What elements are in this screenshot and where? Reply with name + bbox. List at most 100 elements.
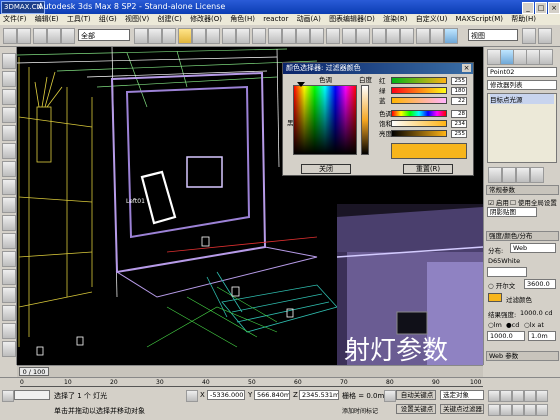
selected-dropdown[interactable]: 选定对象 [440, 390, 484, 400]
set-key-button[interactable]: 设置关键点 [396, 404, 436, 414]
menu-animation[interactable]: 动画(A) [294, 14, 324, 25]
menu-file[interactable]: 文件(F) [0, 14, 30, 25]
menu-maxscript[interactable]: MAXScript(M) [453, 14, 506, 25]
blue-slider[interactable] [391, 97, 447, 104]
tool-icon-5[interactable] [2, 125, 16, 141]
tool-icon-14[interactable] [2, 287, 16, 303]
general-parameters-rollout[interactable]: 常规参数 [486, 185, 559, 195]
minimize-button[interactable]: _ [522, 2, 534, 14]
tool-icon-1[interactable] [2, 53, 16, 69]
hue-saturation-field[interactable] [293, 85, 357, 155]
schematic-view-icon[interactable] [400, 28, 414, 44]
kelvin-field[interactable]: 3600.0 [524, 279, 556, 289]
dialog-close-icon[interactable]: × [462, 64, 471, 72]
play-icon[interactable] [512, 390, 524, 402]
zoom-all-icon[interactable] [500, 404, 512, 416]
select-rotate-icon[interactable] [192, 28, 206, 44]
color-preset-dropdown[interactable] [487, 267, 527, 277]
whiteness-bar[interactable] [361, 85, 369, 155]
menu-character[interactable]: 角色(H) [227, 14, 258, 25]
utilities-tab-icon[interactable] [539, 49, 553, 65]
spinner-snap-icon[interactable] [310, 28, 324, 44]
shadow-on-checkbox[interactable]: ☑ 启用 [488, 197, 509, 207]
redo-icon[interactable] [17, 28, 31, 44]
x-coordinate-field[interactable]: -5336.000 [207, 390, 245, 400]
maximize-button[interactable]: □ [535, 2, 547, 14]
value-value[interactable]: 255 [451, 130, 467, 138]
percent-snap-icon[interactable] [296, 28, 310, 44]
angle-snap-icon[interactable] [282, 28, 296, 44]
next-frame-icon[interactable] [524, 390, 536, 402]
global-settings-checkbox[interactable]: ☐ 使用全局设置 [510, 197, 557, 207]
render-view-dropdown[interactable]: 视图 [468, 29, 518, 41]
key-filters-button[interactable]: 关键点过滤器... [440, 404, 484, 414]
tool-icon-7[interactable] [2, 161, 16, 177]
green-value[interactable]: 180 [451, 87, 467, 95]
select-object-icon[interactable] [134, 28, 148, 44]
tool-icon-2[interactable] [2, 71, 16, 87]
tool-icon-9[interactable] [2, 197, 16, 213]
filter-color-swatch[interactable] [488, 293, 502, 302]
pivot-center-icon[interactable] [236, 28, 250, 44]
quick-render-icon[interactable] [444, 28, 458, 44]
previous-frame-icon[interactable] [500, 390, 512, 402]
go-to-start-icon[interactable] [488, 390, 500, 402]
remove-modifier-icon[interactable] [530, 167, 544, 183]
shadow-type-dropdown[interactable]: 阴影贴图 [487, 207, 537, 217]
auto-key-button[interactable]: 自动关键点 [396, 390, 436, 400]
lock-selection-icon[interactable] [186, 390, 198, 402]
make-unique-icon[interactable] [516, 167, 530, 183]
modify-tab-icon[interactable] [500, 49, 514, 65]
track-bar[interactable]: 0 10 20 30 40 50 60 70 80 90 100 [20, 379, 483, 387]
maximize-viewport-icon[interactable] [536, 404, 548, 416]
modifier-stack-item[interactable]: 目标点光源 [490, 94, 554, 104]
unlink-icon[interactable] [47, 28, 61, 44]
align-icon[interactable] [356, 28, 370, 44]
go-to-end-icon[interactable] [536, 390, 548, 402]
render-setup-icon[interactable] [430, 28, 444, 44]
blue-value[interactable]: 22 [451, 97, 467, 105]
maxscript-listener-icon[interactable] [2, 390, 14, 402]
menu-tools[interactable]: 工具(T) [64, 14, 94, 25]
tool-icon-12[interactable] [2, 251, 16, 267]
curve-editor-icon[interactable] [386, 28, 400, 44]
pan-icon[interactable] [512, 404, 524, 416]
hue-value[interactable]: 28 [451, 110, 467, 118]
maxscript-mini-listener[interactable] [14, 390, 50, 400]
layer-manager-icon[interactable] [372, 28, 386, 44]
modifier-list-dropdown[interactable]: 修改器列表 [487, 80, 557, 90]
tool-icon-3[interactable] [2, 89, 16, 105]
zoom-icon[interactable] [488, 404, 500, 416]
motion-tab-icon[interactable] [526, 49, 540, 65]
tool-icon-8[interactable] [2, 179, 16, 195]
reset-button[interactable]: 重置(R) [403, 164, 453, 174]
distribution-dropdown[interactable]: Web [510, 243, 556, 253]
tool-icon-15[interactable] [2, 305, 16, 321]
saturation-slider[interactable] [391, 120, 447, 127]
menu-views[interactable]: 视图(V) [122, 14, 152, 25]
select-manipulate-icon[interactable] [252, 28, 266, 44]
close-dialog-button[interactable]: 关闭 [301, 164, 351, 174]
object-name-field[interactable]: Point02 [487, 67, 557, 77]
selection-filter-dropdown[interactable]: 全部 [78, 29, 130, 41]
menu-reactor[interactable]: reactor [260, 14, 291, 25]
snap-toggle-icon[interactable] [268, 28, 282, 44]
link-icon[interactable] [33, 28, 47, 44]
tool-icon-6[interactable] [2, 143, 16, 159]
tool-icon-11[interactable] [2, 233, 16, 249]
distance-field[interactable]: 1.0m [528, 331, 556, 341]
green-slider[interactable] [391, 87, 447, 94]
hue-slider[interactable] [391, 110, 447, 117]
menu-modifiers[interactable]: 修改器(O) [187, 14, 225, 25]
mirror-icon[interactable] [342, 28, 356, 44]
menu-customize[interactable]: 自定义(U) [413, 14, 451, 25]
menu-graph-editors[interactable]: 图表编辑器(D) [326, 14, 378, 25]
named-selection-icon[interactable] [326, 28, 340, 44]
unit-cd-radio[interactable]: ●cd [506, 321, 519, 329]
select-by-name-icon[interactable] [148, 28, 162, 44]
tool-icon-17[interactable] [2, 341, 16, 357]
rectangle-selection-icon[interactable] [162, 28, 176, 44]
intensity-field[interactable]: 1000.0 [487, 331, 525, 341]
unit-lm-radio[interactable]: ○lm [488, 321, 502, 329]
hue-marker-icon[interactable] [297, 82, 305, 87]
